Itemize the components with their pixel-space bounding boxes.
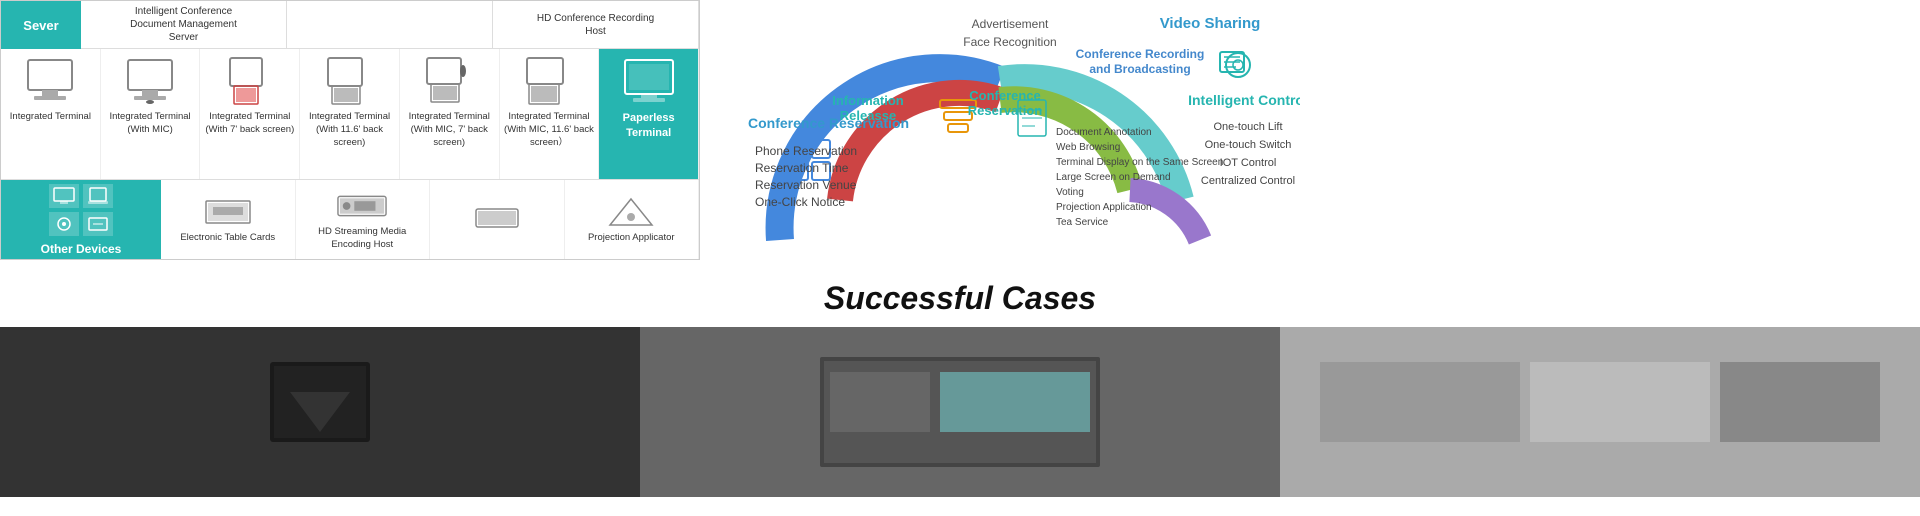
bottom-device-2-label: HD Streaming Media Encoding Host bbox=[300, 226, 426, 251]
server-row: Sever Intelligent ConferenceDocument Man… bbox=[1, 1, 699, 49]
bottom-device-1: Electronic Table Cards bbox=[161, 180, 296, 259]
device-7-label: Paperless Terminal bbox=[601, 111, 696, 141]
device-integrated-mic: Integrated Terminal (With MIC) bbox=[101, 49, 201, 179]
device-3-label: Integrated Terminal (With 7' back screen… bbox=[202, 111, 297, 137]
svg-text:Reservation Time: Reservation Time bbox=[755, 161, 849, 175]
svg-text:One-touch Switch: One-touch Switch bbox=[1205, 139, 1292, 151]
device-6-icon bbox=[523, 55, 575, 107]
left-panel: Sever Intelligent ConferenceDocument Man… bbox=[0, 0, 700, 260]
svg-text:Web Browsing: Web Browsing bbox=[1056, 142, 1120, 153]
svg-text:Conference Recording: Conference Recording bbox=[1076, 47, 1205, 61]
svg-text:Intelligent Control: Intelligent Control bbox=[1188, 92, 1300, 108]
device-integrated-mic-7back: Integrated Terminal (With MIC, 7' back s… bbox=[400, 49, 500, 179]
device-5-label: Integrated Terminal (With MIC, 7' back s… bbox=[402, 111, 497, 149]
bottom-device-4-label: Projection Applicator bbox=[588, 232, 675, 244]
device-integrated-terminal: Integrated Terminal bbox=[1, 49, 101, 179]
device-7-icon bbox=[623, 55, 675, 107]
device-2-label: Integrated Terminal (With MIC) bbox=[103, 111, 198, 137]
device-3-icon bbox=[224, 55, 276, 107]
bottom-device-4: Projection Applicator bbox=[565, 180, 700, 259]
image-2 bbox=[640, 327, 1280, 497]
svg-text:Tea Service: Tea Service bbox=[1056, 217, 1109, 228]
server-name-3: HD Conference RecordingHost bbox=[493, 1, 699, 48]
svg-text:One-Click Notice: One-Click Notice bbox=[755, 195, 845, 209]
svg-text:Terminal Display on the Same S: Terminal Display on the Same Screen bbox=[1056, 157, 1223, 168]
main-content: Sever Intelligent ConferenceDocument Man… bbox=[0, 0, 1920, 260]
device-4-icon bbox=[324, 55, 376, 107]
bottom-row: Other Devices Electronic Table Cards bbox=[1, 179, 699, 259]
other-icon-4 bbox=[83, 212, 113, 236]
device-paperless-terminal: Paperless Terminal bbox=[599, 49, 699, 179]
svg-text:One-touch Lift: One-touch Lift bbox=[1213, 121, 1282, 133]
bottom-device-1-icon bbox=[203, 194, 253, 229]
other-icon-3 bbox=[49, 212, 79, 236]
device-integrated-11back: Integrated Terminal (With 11.6' back scr… bbox=[300, 49, 400, 179]
bottom-device-2-icon bbox=[337, 188, 387, 223]
svg-text:Document Annotation: Document Annotation bbox=[1056, 127, 1152, 138]
bottom-device-cells: Electronic Table Cards HD Streaming Medi… bbox=[161, 180, 699, 259]
sever-label: Sever bbox=[1, 1, 81, 49]
svg-text:Centralized Control: Centralized Control bbox=[1201, 175, 1295, 187]
svg-text:Advertisement: Advertisement bbox=[972, 17, 1049, 31]
cases-title: Successful Cases bbox=[0, 280, 1920, 317]
svg-text:Reservation Venue: Reservation Venue bbox=[755, 178, 857, 192]
device-integrated-mic-11back: Integrated Terminal (With MIC, 11.6' bac… bbox=[500, 49, 600, 179]
svg-text:Information: Information bbox=[832, 93, 904, 108]
image-3 bbox=[1280, 327, 1920, 497]
device-5-icon bbox=[423, 55, 475, 107]
other-devices-label: Other Devices bbox=[41, 242, 122, 256]
devices-row: Integrated Terminal Integrated Terminal … bbox=[1, 49, 699, 179]
bottom-device-4-icon bbox=[606, 194, 656, 229]
svg-text:Projection Application: Projection Application bbox=[1056, 202, 1152, 213]
svg-text:Face Recognition: Face Recognition bbox=[963, 35, 1056, 49]
device-2-icon bbox=[124, 55, 176, 107]
images-row bbox=[0, 327, 1920, 497]
cases-section: Successful Cases bbox=[0, 260, 1920, 327]
device-1-label: Integrated Terminal bbox=[10, 111, 91, 124]
image-1 bbox=[0, 327, 640, 497]
server-name-1: Intelligent ConferenceDocument Managemen… bbox=[81, 1, 287, 48]
page-wrapper: Sever Intelligent ConferenceDocument Man… bbox=[0, 0, 1920, 497]
diagram-section: Information Releasse Advertisement Face … bbox=[700, 0, 1300, 260]
svg-text:Phone Reservation: Phone Reservation bbox=[755, 144, 857, 158]
device-integrated-7back: Integrated Terminal (With 7' back screen… bbox=[200, 49, 300, 179]
other-icon-1 bbox=[49, 184, 79, 208]
bottom-device-3 bbox=[430, 180, 565, 259]
other-devices-icons bbox=[49, 184, 113, 236]
diagram-svg: Information Releasse Advertisement Face … bbox=[700, 0, 1300, 260]
bottom-device-1-label: Electronic Table Cards bbox=[180, 232, 275, 244]
bottom-device-2: HD Streaming Media Encoding Host bbox=[296, 180, 431, 259]
server-name-2 bbox=[287, 1, 493, 48]
svg-text:Conference Reservation: Conference Reservation bbox=[748, 115, 909, 131]
device-1-icon bbox=[24, 55, 76, 107]
device-4-label: Integrated Terminal (With 11.6' back scr… bbox=[302, 111, 397, 149]
svg-text:and Broadcasting: and Broadcasting bbox=[1089, 62, 1190, 76]
other-icon-2 bbox=[83, 184, 113, 208]
svg-text:Voting: Voting bbox=[1056, 187, 1084, 198]
bottom-device-3-icon bbox=[472, 201, 522, 236]
other-devices-box: Other Devices bbox=[1, 180, 161, 259]
device-6-label: Integrated Terminal (With MIC, 11.6' bac… bbox=[502, 111, 597, 149]
server-names: Intelligent ConferenceDocument Managemen… bbox=[81, 1, 699, 49]
svg-text:IOT Control: IOT Control bbox=[1220, 157, 1277, 169]
svg-text:Large Screen on Demand: Large Screen on Demand bbox=[1056, 172, 1171, 183]
svg-text:Video Sharing: Video Sharing bbox=[1160, 15, 1261, 32]
